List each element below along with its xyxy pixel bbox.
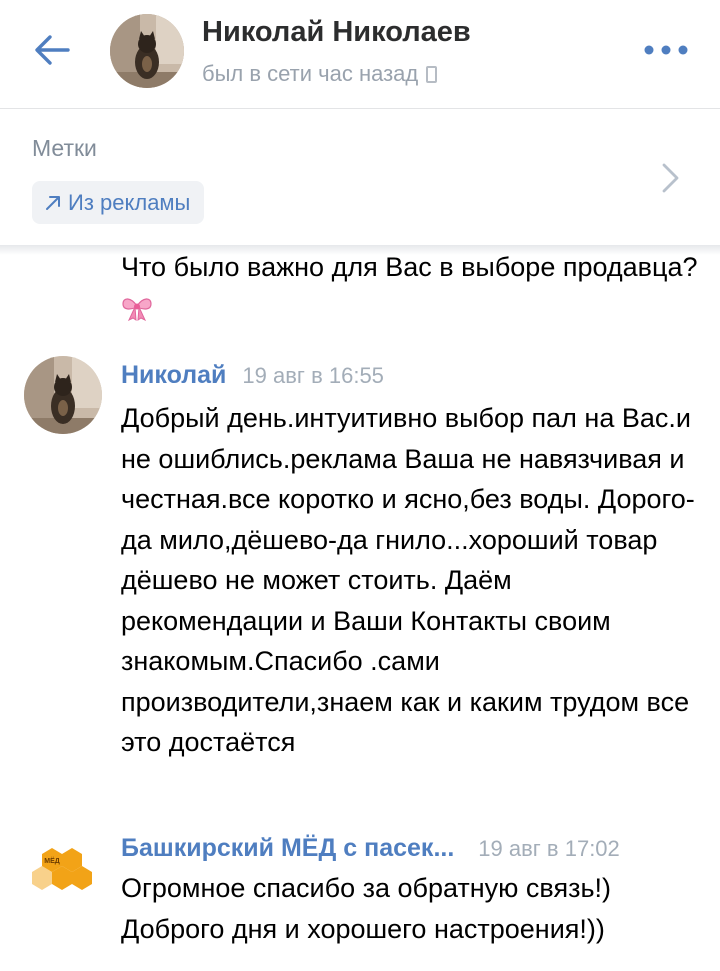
sender-avatar[interactable] [24, 356, 102, 434]
more-options-button[interactable] [636, 30, 696, 70]
labels-title: Метки [32, 135, 97, 161]
online-status: был в сети час назад [202, 61, 438, 87]
back-button[interactable] [24, 22, 80, 78]
message-time: 19 авг в 17:02 [478, 836, 620, 861]
chevron-right-icon [662, 163, 679, 193]
online-status-text: был в сети час назад [202, 61, 419, 86]
message-text: Что было важно для Вас в выборе продавца… [121, 247, 701, 328]
message-header: Башкирский МЁД с пасек... 19 авг в 17:02 [121, 834, 620, 863]
sender-avatar[interactable]: МЁД [24, 830, 102, 908]
message-text: Огромное спасибо за обратную связь!) Доб… [121, 873, 612, 944]
contact-name[interactable]: Николай Николаев [202, 16, 471, 49]
message-text-body: Что было важно для Вас в выборе продавца… [121, 252, 698, 282]
phone-icon [426, 65, 438, 83]
ribbon-bow-icon [122, 297, 152, 321]
labels-panel[interactable]: Метки Из рекламы [0, 109, 720, 245]
message-text: Добрый день.интуитивно выбор пал на Вас.… [121, 403, 695, 757]
more-dots-icon [644, 45, 688, 55]
arrow-up-right-icon [46, 195, 60, 210]
contact-avatar[interactable] [110, 14, 184, 88]
avatar-text: МЁД [44, 857, 60, 865]
message-author[interactable]: Николай [121, 361, 226, 390]
tag-from-ads[interactable]: Из рекламы [32, 181, 205, 224]
back-arrow-icon [35, 35, 70, 65]
tag-label: Из рекламы [68, 189, 191, 215]
message-header: Николай 19 авг в 16:55 [121, 361, 384, 390]
chat-header: Николай Николаев был в сети час назад [0, 0, 720, 108]
message-time: 19 авг в 16:55 [242, 363, 384, 388]
message-author[interactable]: Башкирский МЁД с пасек... [121, 834, 454, 863]
